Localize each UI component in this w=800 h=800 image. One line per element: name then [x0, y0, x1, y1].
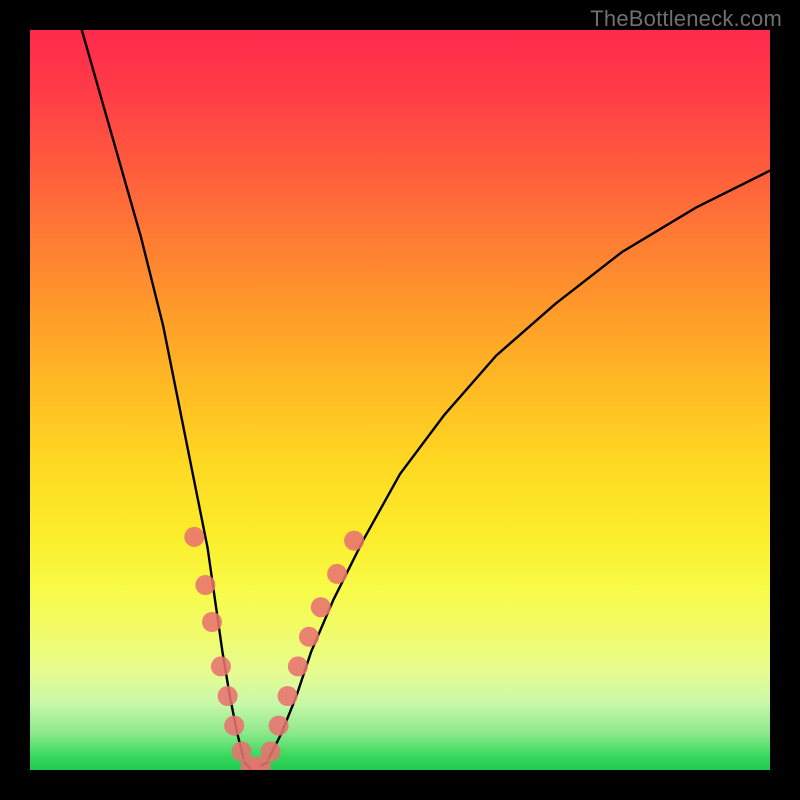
bottleneck-curve	[82, 30, 770, 770]
marker-dot	[211, 656, 231, 676]
marker-dot	[218, 686, 238, 706]
plot-area	[30, 30, 770, 770]
marker-dot	[202, 612, 222, 632]
marker-dot	[344, 531, 364, 551]
curve-layer	[30, 30, 770, 770]
marker-dot	[278, 686, 298, 706]
marker-dot	[261, 742, 281, 762]
marker-dot	[269, 716, 289, 736]
watermark-text: TheBottleneck.com	[590, 6, 782, 32]
marker-dot	[299, 627, 319, 647]
marker-dot	[184, 527, 204, 547]
marker-dot	[311, 597, 331, 617]
marker-dot	[224, 716, 244, 736]
chart-frame: TheBottleneck.com	[0, 0, 800, 800]
curve-path	[82, 30, 770, 770]
marker-dot	[327, 564, 347, 584]
marker-dot	[288, 656, 308, 676]
highlighted-points	[184, 527, 364, 770]
marker-dot	[195, 575, 215, 595]
